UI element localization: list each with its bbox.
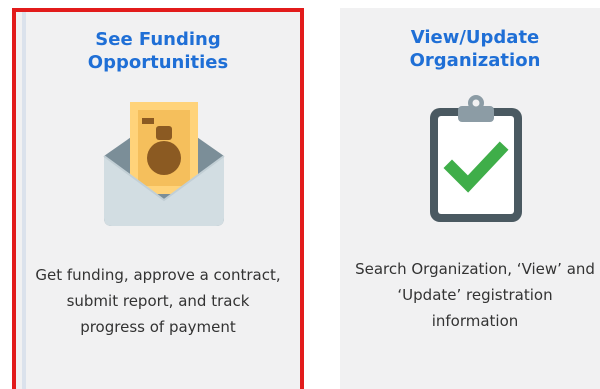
card-view-update-organization[interactable]: View/Update Organization Search Organiza… — [340, 8, 600, 389]
card-title: View/Update Organization — [409, 27, 541, 71]
clipboard-check-icon — [430, 95, 522, 222]
money-envelope-icon — [103, 102, 225, 226]
card-funding-opportunities[interactable]: See Funding Opportunities Get funding, a… — [12, 8, 304, 389]
card-description: Search Organization, ‘View’ and ‘Update’… — [355, 260, 595, 330]
stage: See Funding Opportunities Get funding, a… — [0, 0, 600, 389]
card-description: Get funding, approve a contract, submit … — [35, 266, 281, 336]
card-title: See Funding Opportunities — [87, 29, 229, 73]
